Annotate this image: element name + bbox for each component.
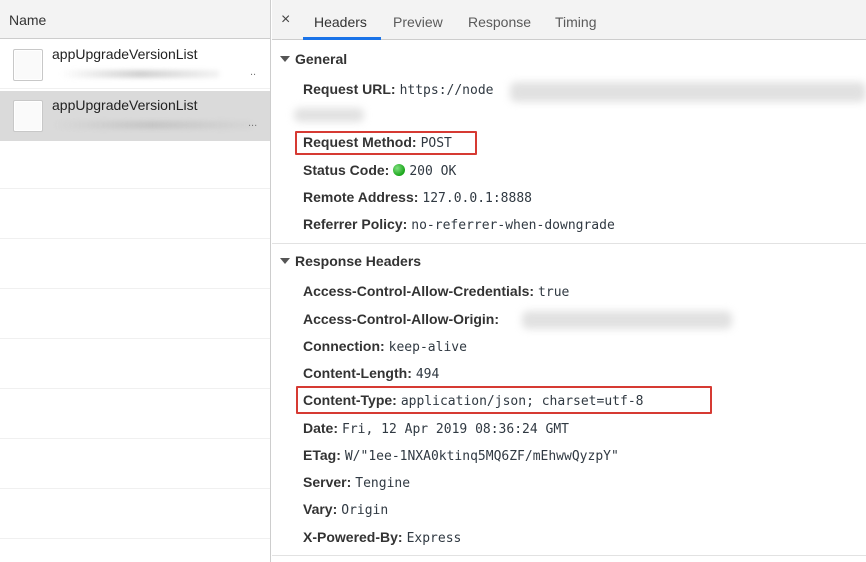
section-divider — [272, 243, 866, 244]
status-ok-icon — [393, 164, 406, 176]
active-tab-indicator — [303, 37, 381, 40]
detail-tabbar: × Headers Preview Response Timing — [272, 0, 866, 40]
header-row: Vary: Origin — [303, 501, 389, 518]
referrer-policy-row: Referrer Policy: no-referrer-when-downgra… — [303, 216, 615, 233]
header-row: Access-Control-Allow-Origin: — [303, 311, 500, 327]
tab-response[interactable]: Response — [468, 14, 531, 30]
highlight-box — [295, 131, 477, 155]
request-subtext: ... — [248, 117, 258, 129]
redacted-url — [510, 82, 866, 102]
tab-headers[interactable]: Headers — [314, 14, 367, 30]
request-row[interactable]: appUpgradeVersionList .. — [0, 40, 270, 90]
tab-timing[interactable]: Timing — [555, 14, 597, 30]
request-name: appUpgradeVersionList — [52, 46, 198, 62]
document-icon — [13, 49, 43, 81]
general-section-header[interactable]: General — [280, 51, 347, 67]
section-divider — [272, 555, 866, 556]
request-list: Name appUpgradeVersionList .. appUpgrade… — [0, 0, 271, 562]
header-row: X-Powered-By: Express — [303, 529, 462, 546]
response-headers-section-header[interactable]: Response Headers — [280, 253, 421, 269]
header-row: Connection: keep-alive — [303, 338, 467, 355]
redacted-origin — [522, 311, 732, 329]
document-icon — [13, 100, 43, 132]
request-url-row: Request URL: https://node — [303, 81, 494, 98]
header-row: ETag: W/"1ee-1NXA0ktinq5MQ6ZF/mEhwwQyzpY" — [303, 447, 619, 464]
redacted-text — [52, 121, 252, 129]
tab-preview[interactable]: Preview — [393, 14, 443, 30]
triangle-down-icon — [280, 56, 290, 62]
name-column-header[interactable]: Name — [0, 0, 270, 39]
request-row-selected[interactable]: appUpgradeVersionList ... — [0, 91, 270, 141]
devtools-network-panel: Name appUpgradeVersionList .. appUpgrade… — [0, 0, 866, 562]
close-icon[interactable]: × — [281, 11, 290, 29]
request-detail: × Headers Preview Response Timing Genera… — [272, 0, 866, 562]
header-row: Access-Control-Allow-Credentials: true — [303, 283, 570, 300]
status-code-row: Status Code: 200 OK — [303, 162, 457, 179]
request-subtext: .. — [250, 66, 257, 78]
header-row: Server: Tengine — [303, 474, 411, 491]
header-row: Content-Length: 494 — [303, 365, 440, 382]
redacted-url — [294, 108, 364, 122]
request-name: appUpgradeVersionList — [52, 97, 198, 113]
redacted-text — [60, 70, 220, 78]
triangle-down-icon — [280, 258, 290, 264]
highlight-box — [296, 386, 712, 414]
remote-address-row: Remote Address: 127.0.0.1:8888 — [303, 189, 532, 206]
header-row: Date: Fri, 12 Apr 2019 08:36:24 GMT — [303, 420, 569, 437]
